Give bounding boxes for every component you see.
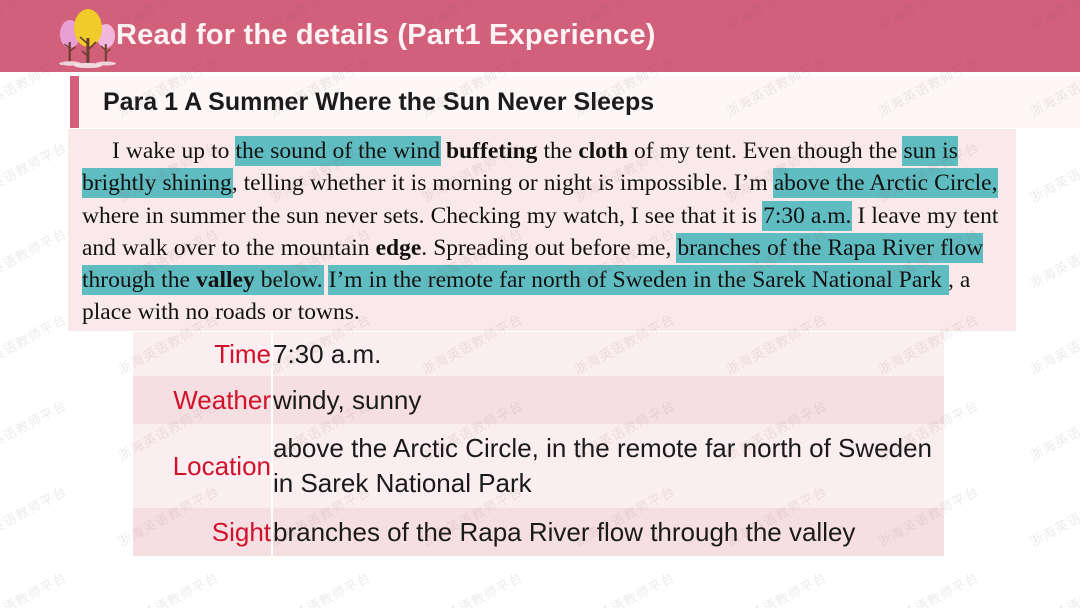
passage-segment: . Spreading out before me, [421, 234, 678, 261]
passage-segment [323, 267, 329, 293]
watermark-text: 浙海英语教师平台 [571, 569, 678, 608]
watermark-text: 浙海英语教师平台 [1027, 225, 1080, 292]
table-row-value: branches of the Rapa River flow through … [272, 508, 944, 556]
watermark-text: 浙海英语教师平台 [0, 311, 70, 378]
three-trees-icon [56, 4, 124, 72]
passage-segment: cloth [578, 138, 628, 164]
heading-accent-bar [70, 76, 79, 128]
passage-segment: , telling whether it is morning or night… [231, 170, 774, 197]
passage-segment: buffeting [446, 138, 538, 164]
watermark-text: 浙海英语教师平台 [1027, 139, 1080, 206]
passage-segment: the [537, 138, 579, 164]
watermark-text: 浙海英语教师平台 [1027, 483, 1080, 550]
watermark-text: 浙海英语教师平台 [115, 569, 222, 608]
table-row-value-text: branches of the Rapa River flow through … [273, 517, 856, 547]
table-row-label: Sight [133, 508, 273, 556]
table-row-label: Location [133, 424, 273, 508]
table-row: Time 7:30 a.m. [133, 332, 944, 376]
table-row: Weather windy, sunny [133, 376, 944, 424]
table-row-label: Weather [133, 376, 273, 424]
table-row: Sight branches of the Rapa River flow thr… [133, 508, 944, 556]
passage-segment: I’m in the remote far north of Sweden in… [328, 266, 948, 295]
watermark-text: 浙海英语教师平台 [1027, 569, 1080, 608]
watermark-text: 浙海英语教师平台 [1027, 311, 1080, 378]
passage-segment: edge [375, 234, 422, 261]
watermark-text: 浙海英语教师平台 [1027, 397, 1080, 464]
heading-body: Para 1 A Summer Where the Sun Never Slee… [79, 76, 1080, 128]
passage-segment: below. [254, 266, 323, 295]
table-row: Location above the Arctic Circle, in the … [133, 424, 944, 508]
watermark-text: 浙海英语教师平台 [267, 569, 374, 608]
table-row-label: Time [133, 332, 273, 376]
watermark-text: 浙海英语教师平台 [419, 569, 526, 608]
watermark-text: 浙海英语教师平台 [0, 225, 70, 292]
watermark-text: 浙海英语教师平台 [0, 139, 70, 206]
details-table: Time 7:30 a.m. Weather windy, sunny Location… [133, 332, 944, 556]
passage-segment: 7:30 a.m. [763, 201, 852, 230]
table-row-value: 7:30 a.m. [272, 332, 944, 376]
passage-segment: above the Arctic Circle, [773, 169, 998, 198]
watermark-text: 浙海英语教师平台 [0, 483, 70, 550]
watermark-text: 浙海英语教师平台 [875, 569, 982, 608]
passage-segment: valley [195, 266, 255, 295]
paragraph-heading-bar: Para 1 A Summer Where the Sun Never Slee… [70, 76, 1080, 128]
reading-passage-panel: I wake up to the sound of the wind buffe… [68, 129, 1016, 331]
passage-segment: the sound of the wind [235, 137, 440, 165]
passage-segment: where in summer the sun never sets. Chec… [82, 202, 764, 229]
page-title: Read for the details (Part1 Experience) [116, 19, 656, 51]
header-bar: Read for the details (Part1 Experience) [0, 0, 1080, 72]
passage-segment: of my tent. Even though the [627, 138, 904, 164]
passage-segment: I wake up to [112, 138, 236, 164]
watermark-text: 浙海英语教师平台 [0, 397, 70, 464]
watermark-text: 浙海英语教师平台 [0, 569, 70, 608]
table-row-value: above the Arctic Circle, in the remote f… [272, 424, 944, 508]
table-row-value: windy, sunny [272, 376, 944, 424]
watermark-text: 浙海英语教师平台 [723, 569, 830, 608]
paragraph-heading-text: Para 1 A Summer Where the Sun Never Slee… [103, 87, 655, 116]
reading-passage-text: I wake up to the sound of the wind buffe… [82, 135, 1002, 329]
